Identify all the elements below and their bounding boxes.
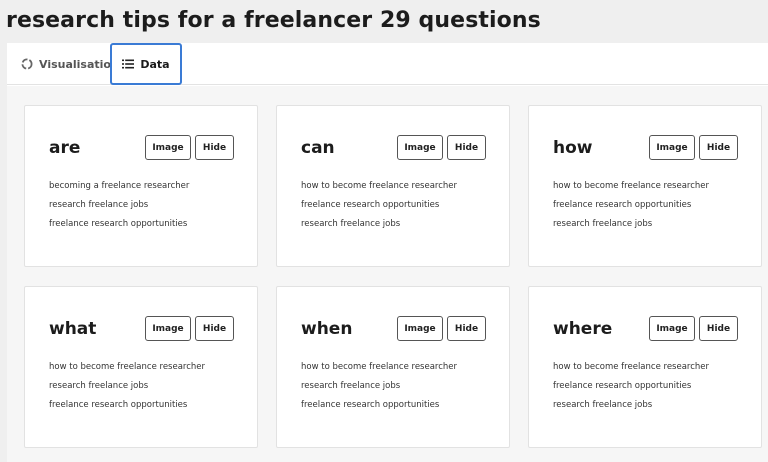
- hide-button[interactable]: Hide: [447, 135, 486, 160]
- list-item[interactable]: research freelance jobs: [301, 218, 457, 237]
- image-button[interactable]: Image: [397, 135, 443, 160]
- list-item[interactable]: research freelance jobs: [553, 218, 709, 237]
- question-card: are Image Hide becoming a freelance rese…: [24, 105, 258, 267]
- hide-button[interactable]: Hide: [447, 316, 486, 341]
- question-list: how to become freelance researcher freel…: [553, 361, 709, 418]
- list-item[interactable]: how to become freelance researcher: [301, 180, 457, 199]
- card-title: can: [301, 138, 335, 158]
- main-panel: Visualisation Data are Image Hide becomi…: [7, 43, 768, 462]
- card-title: where: [553, 319, 613, 339]
- circle-dashed-icon: [21, 58, 33, 70]
- list-item[interactable]: freelance research opportunities: [49, 399, 205, 418]
- card-grid: are Image Hide becoming a freelance rese…: [7, 86, 768, 462]
- question-card: what Image Hide how to become freelance …: [24, 286, 258, 448]
- hide-button[interactable]: Hide: [699, 135, 738, 160]
- list-item[interactable]: freelance research opportunities: [553, 199, 709, 218]
- hide-button[interactable]: Hide: [195, 135, 234, 160]
- card-title: are: [49, 138, 81, 158]
- list-item[interactable]: freelance research opportunities: [49, 218, 189, 237]
- image-button[interactable]: Image: [397, 316, 443, 341]
- question-card: when Image Hide how to become freelance …: [276, 286, 510, 448]
- card-title: what: [49, 319, 97, 339]
- question-list: how to become freelance researcher resea…: [49, 361, 205, 418]
- question-card: how Image Hide how to become freelance r…: [528, 105, 762, 267]
- tab-data-label: Data: [140, 57, 170, 71]
- question-card: can Image Hide how to become freelance r…: [276, 105, 510, 267]
- hide-button[interactable]: Hide: [195, 316, 234, 341]
- tab-visualisation-label: Visualisation: [39, 57, 119, 71]
- list-item[interactable]: research freelance jobs: [49, 380, 205, 399]
- image-button[interactable]: Image: [145, 316, 191, 341]
- card-title: when: [301, 319, 353, 339]
- list-item[interactable]: how to become freelance researcher: [553, 361, 709, 380]
- page-title: research tips for a freelancer 29 questi…: [6, 8, 541, 33]
- question-list: how to become freelance researcher freel…: [553, 180, 709, 237]
- list-item[interactable]: freelance research opportunities: [301, 399, 457, 418]
- tab-visualisation[interactable]: Visualisation: [21, 43, 119, 85]
- list-item[interactable]: how to become freelance researcher: [553, 180, 709, 199]
- list-item[interactable]: research freelance jobs: [49, 199, 189, 218]
- hide-button[interactable]: Hide: [699, 316, 738, 341]
- list-item[interactable]: how to become freelance researcher: [301, 361, 457, 380]
- list-item[interactable]: freelance research opportunities: [553, 380, 709, 399]
- question-list: how to become freelance researcher resea…: [301, 361, 457, 418]
- image-button[interactable]: Image: [649, 135, 695, 160]
- card-title: how: [553, 138, 593, 158]
- image-button[interactable]: Image: [649, 316, 695, 341]
- list-item[interactable]: research freelance jobs: [553, 399, 709, 418]
- tab-data[interactable]: Data: [110, 43, 182, 85]
- question-list: becoming a freelance researcher research…: [49, 180, 189, 237]
- question-list: how to become freelance researcher freel…: [301, 180, 457, 237]
- image-button[interactable]: Image: [145, 135, 191, 160]
- list-item[interactable]: research freelance jobs: [301, 380, 457, 399]
- list-item[interactable]: becoming a freelance researcher: [49, 180, 189, 199]
- list-icon: [122, 59, 135, 69]
- list-item[interactable]: freelance research opportunities: [301, 199, 457, 218]
- question-card: where Image Hide how to become freelance…: [528, 286, 762, 448]
- tab-bar: Visualisation Data: [7, 43, 768, 85]
- list-item[interactable]: how to become freelance researcher: [49, 361, 205, 380]
